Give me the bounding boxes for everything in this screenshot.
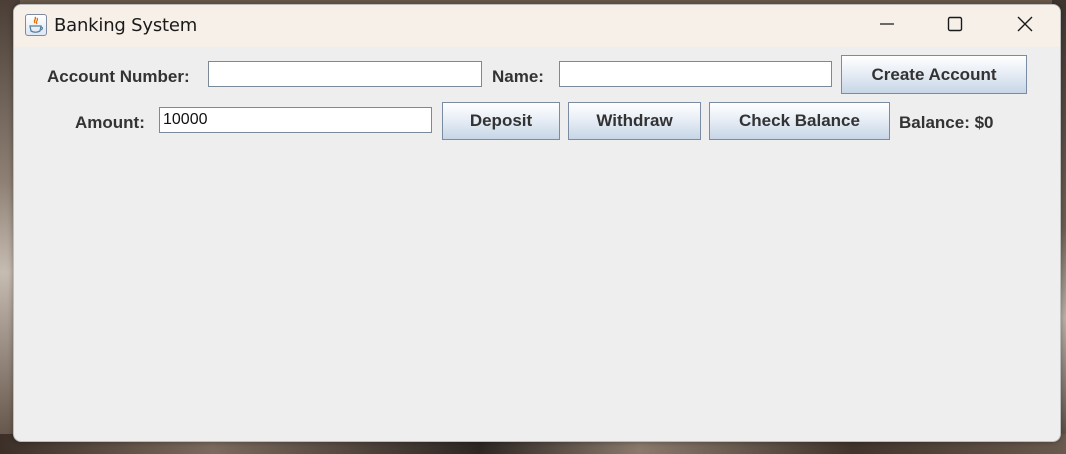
withdraw-button-label: Withdraw — [596, 111, 673, 130]
check-balance-button[interactable]: Check Balance — [709, 102, 890, 140]
account-number-field[interactable] — [208, 61, 482, 87]
balance-display: Balance: $0 — [899, 113, 994, 132]
withdraw-button[interactable]: Withdraw — [568, 102, 701, 140]
close-icon — [1016, 15, 1034, 38]
close-button[interactable] — [990, 5, 1060, 47]
minimize-button[interactable] — [852, 5, 922, 47]
banking-window: Banking System Account Number: Name: Cre… — [13, 4, 1061, 442]
create-account-button[interactable]: Create Account — [841, 55, 1027, 94]
amount-label: Amount: — [75, 113, 145, 132]
name-field[interactable] — [559, 61, 832, 87]
maximize-button[interactable] — [920, 5, 990, 47]
deposit-button[interactable]: Deposit — [442, 102, 560, 140]
title-bar[interactable]: Banking System — [14, 5, 1060, 47]
minimize-icon — [878, 15, 896, 38]
amount-field[interactable] — [159, 107, 432, 133]
maximize-icon — [946, 15, 964, 38]
name-label: Name: — [492, 67, 544, 86]
account-number-label: Account Number: — [47, 67, 190, 86]
java-cup-icon[interactable] — [25, 14, 47, 36]
create-account-button-label: Create Account — [871, 64, 997, 84]
form-panel: Account Number: Name: Create Account Amo… — [14, 47, 1060, 441]
check-balance-button-label: Check Balance — [739, 111, 860, 130]
deposit-button-label: Deposit — [469, 111, 533, 130]
window-title: Banking System — [54, 15, 198, 36]
